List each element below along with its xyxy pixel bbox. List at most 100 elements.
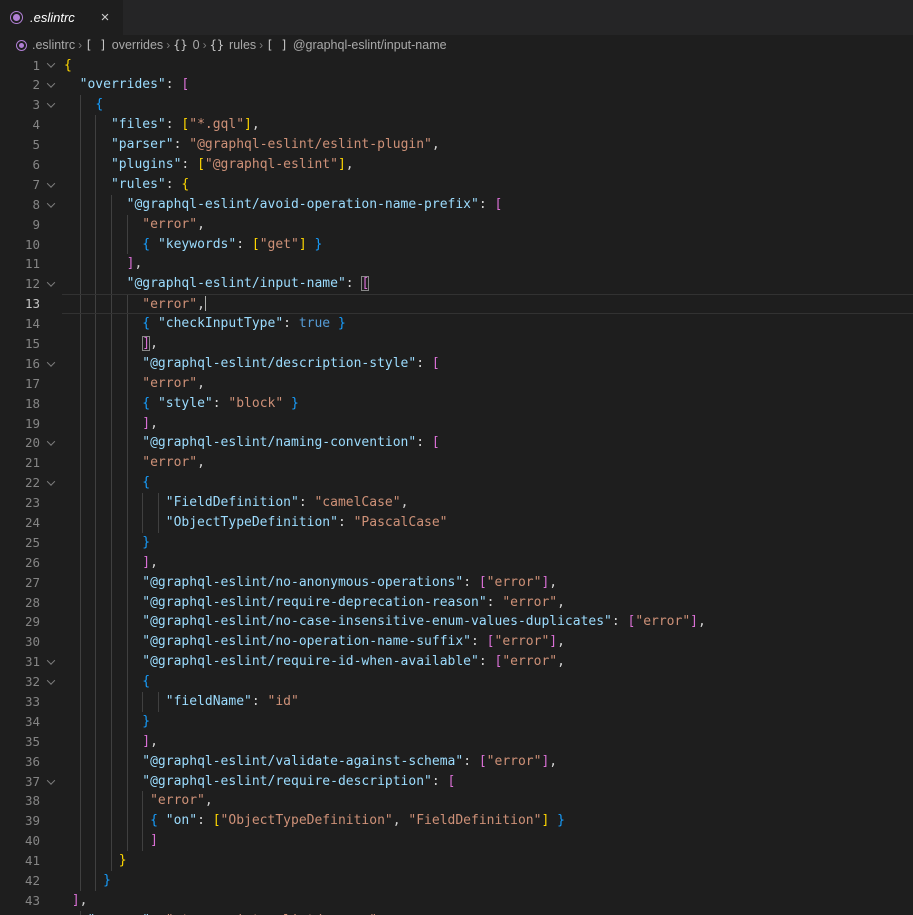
code-text[interactable]: "files": ["*.gql"],	[62, 115, 913, 135]
code-text[interactable]: "@graphql-eslint/validate-against-schema…	[62, 752, 913, 772]
code-text[interactable]: "parser": "@typescript-eslint/parser",	[62, 911, 913, 915]
code-line[interactable]: 12 "@graphql-eslint/input-name": [	[0, 274, 913, 294]
code-text[interactable]: { "on": ["ObjectTypeDefinition", "FieldD…	[62, 811, 913, 831]
code-line[interactable]: 38 "error",	[0, 791, 913, 811]
code-line[interactable]: 7 "rules": {	[0, 175, 913, 195]
code-line[interactable]: 43 ],	[0, 891, 913, 911]
code-line[interactable]: 25 }	[0, 533, 913, 553]
code-text[interactable]: }	[62, 871, 913, 891]
chevron-down-icon[interactable]	[47, 358, 55, 366]
code-line[interactable]: 15 ],	[0, 334, 913, 354]
code-line[interactable]: 32 {	[0, 672, 913, 692]
chevron-down-icon[interactable]	[47, 656, 55, 664]
code-line[interactable]: 23 "FieldDefinition": "camelCase",	[0, 493, 913, 513]
code-text[interactable]: { "checkInputType": true }	[62, 314, 913, 334]
code-line[interactable]: 8 "@graphql-eslint/avoid-operation-name-…	[0, 195, 913, 215]
breadcrumb-item-0[interactable]: {}0	[173, 38, 199, 52]
code-text[interactable]: { "keywords": ["get"] }	[62, 235, 913, 255]
code-line[interactable]: 4 "files": ["*.gql"],	[0, 115, 913, 135]
code-line[interactable]: 11 ],	[0, 254, 913, 274]
code-text[interactable]: "@graphql-eslint/require-deprecation-rea…	[62, 593, 913, 613]
code-text[interactable]: "@graphql-eslint/description-style": [	[62, 354, 913, 374]
chevron-down-icon[interactable]	[47, 100, 55, 108]
chevron-down-icon[interactable]	[47, 179, 55, 187]
code-line[interactable]: 21 "error",	[0, 453, 913, 473]
code-text[interactable]: ],	[62, 334, 913, 354]
code-line[interactable]: 17 "error",	[0, 374, 913, 394]
breadcrumb-item--graphql-eslint-input-name[interactable]: [ ]@graphql-eslint/input-name	[266, 38, 446, 52]
code-line[interactable]: 35 ],	[0, 732, 913, 752]
code-text[interactable]: "@graphql-eslint/avoid-operation-name-pr…	[62, 195, 913, 215]
code-line[interactable]: 40 ]	[0, 831, 913, 851]
code-line[interactable]: 44 "parser": "@typescript-eslint/parser"…	[0, 911, 913, 915]
code-text[interactable]: ],	[62, 414, 913, 434]
code-text[interactable]: "plugins": ["@graphql-eslint"],	[62, 155, 913, 175]
code-text[interactable]: "@graphql-eslint/naming-convention": [	[62, 433, 913, 453]
code-line[interactable]: 16 "@graphql-eslint/description-style": …	[0, 354, 913, 374]
breadcrumb-item-overrides[interactable]: [ ]overrides	[85, 38, 163, 52]
code-text[interactable]: ]	[62, 831, 913, 851]
code-line[interactable]: 31 "@graphql-eslint/require-id-when-avai…	[0, 652, 913, 672]
code-text[interactable]: "overrides": [	[62, 75, 913, 95]
code-line[interactable]: 24 "ObjectTypeDefinition": "PascalCase"	[0, 513, 913, 533]
code-text[interactable]: "@graphql-eslint/no-anonymous-operations…	[62, 573, 913, 593]
code-line[interactable]: 20 "@graphql-eslint/naming-convention": …	[0, 433, 913, 453]
chevron-down-icon[interactable]	[47, 676, 55, 684]
code-line[interactable]: 1{	[0, 56, 913, 76]
code-text[interactable]: "error",	[62, 215, 913, 235]
code-text[interactable]: ],	[62, 732, 913, 752]
chevron-down-icon[interactable]	[47, 60, 55, 68]
code-line[interactable]: 10 { "keywords": ["get"] }	[0, 235, 913, 255]
code-line[interactable]: 27 "@graphql-eslint/no-anonymous-operati…	[0, 573, 913, 593]
code-text[interactable]: ],	[62, 891, 913, 911]
code-text[interactable]: "@graphql-eslint/no-case-insensitive-enu…	[62, 612, 913, 632]
code-text[interactable]: {	[62, 473, 913, 493]
code-line[interactable]: 2 "overrides": [	[0, 75, 913, 95]
code-line[interactable]: 29 "@graphql-eslint/no-case-insensitive-…	[0, 612, 913, 632]
chevron-down-icon[interactable]	[47, 776, 55, 784]
code-line[interactable]: 33 "fieldName": "id"	[0, 692, 913, 712]
close-icon[interactable]: ×	[95, 10, 115, 25]
code-text[interactable]: {	[62, 672, 913, 692]
code-line[interactable]: 13 "error",	[0, 294, 913, 314]
code-line[interactable]: 41 }	[0, 851, 913, 871]
code-text[interactable]: "parser": "@graphql-eslint/eslint-plugin…	[62, 135, 913, 155]
code-line[interactable]: 19 ],	[0, 414, 913, 434]
code-text[interactable]: "error",	[62, 453, 913, 473]
code-text[interactable]: "@graphql-eslint/no-operation-name-suffi…	[62, 632, 913, 652]
code-line[interactable]: 37 "@graphql-eslint/require-description"…	[0, 772, 913, 792]
code-line[interactable]: 6 "plugins": ["@graphql-eslint"],	[0, 155, 913, 175]
chevron-down-icon[interactable]	[47, 199, 55, 207]
tab-eslintrc[interactable]: .eslintrc ×	[0, 0, 123, 35]
code-line[interactable]: 36 "@graphql-eslint/validate-against-sch…	[0, 752, 913, 772]
code-line[interactable]: 39 { "on": ["ObjectTypeDefinition", "Fie…	[0, 811, 913, 831]
code-line[interactable]: 9 "error",	[0, 215, 913, 235]
code-text[interactable]: "FieldDefinition": "camelCase",	[62, 493, 913, 513]
code-line[interactable]: 14 { "checkInputType": true }	[0, 314, 913, 334]
code-editor[interactable]: 1{2 "overrides": [3 {4 "files": ["*.gql"…	[0, 56, 913, 915]
code-line[interactable]: 28 "@graphql-eslint/require-deprecation-…	[0, 593, 913, 613]
code-text[interactable]: "error",	[62, 791, 913, 811]
code-text[interactable]: "error",	[62, 374, 913, 394]
code-line[interactable]: 3 {	[0, 95, 913, 115]
code-line[interactable]: 22 {	[0, 473, 913, 493]
code-text[interactable]: {	[62, 95, 913, 115]
code-text[interactable]: "fieldName": "id"	[62, 692, 913, 712]
chevron-down-icon[interactable]	[47, 279, 55, 287]
code-text[interactable]: ],	[62, 254, 913, 274]
chevron-down-icon[interactable]	[47, 477, 55, 485]
code-line[interactable]: 30 "@graphql-eslint/no-operation-name-su…	[0, 632, 913, 652]
code-text[interactable]: }	[62, 533, 913, 553]
code-text[interactable]: }	[62, 712, 913, 732]
code-text[interactable]: { "style": "block" }	[62, 394, 913, 414]
chevron-down-icon[interactable]	[47, 80, 55, 88]
code-text[interactable]: "rules": {	[62, 175, 913, 195]
code-text[interactable]: {	[62, 56, 913, 76]
breadcrumb-item-rules[interactable]: {}rules	[210, 38, 257, 52]
chevron-down-icon[interactable]	[47, 438, 55, 446]
code-text[interactable]: ],	[62, 553, 913, 573]
breadcrumb-item--eslintrc[interactable]: .eslintrc	[16, 38, 75, 52]
code-text[interactable]: "@graphql-eslint/input-name": [	[62, 274, 913, 294]
code-line[interactable]: 18 { "style": "block" }	[0, 394, 913, 414]
code-line[interactable]: 26 ],	[0, 553, 913, 573]
